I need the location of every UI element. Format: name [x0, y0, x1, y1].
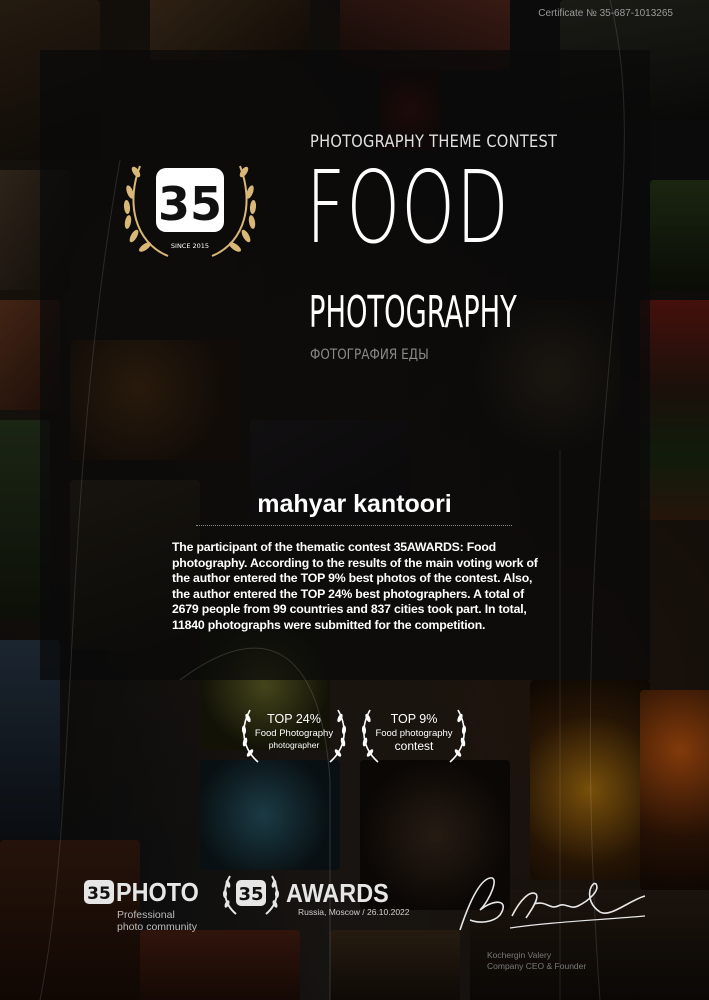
- name-divider: [196, 525, 512, 526]
- signer-role: Company CEO & Founder: [487, 961, 587, 971]
- badge-mid-text: Food Photography: [254, 728, 334, 739]
- 35awards-laurel-logo-icon: 35 SINCE 2015: [123, 165, 257, 257]
- badge-top-text: TOP 9%: [390, 712, 438, 726]
- svg-text:SINCE 2015: SINCE 2015: [171, 242, 209, 250]
- participant-description: The participant of the thematic contest …: [172, 540, 538, 632]
- signer-name: Kochergin Valery: [487, 950, 552, 960]
- 35photo-logo: 35 PHOTO Professional photo community: [84, 877, 214, 937]
- awards-location-date: Russia, Moscow / 26.10.2022: [298, 907, 410, 917]
- title-russian: ФОТОГРАФИЯ ЕДЫ: [310, 347, 429, 363]
- svg-text:35: 35: [158, 177, 222, 231]
- photo-sub1: Professional: [117, 909, 175, 921]
- certificate-number: Certificate № 35-687-1013265: [538, 8, 673, 19]
- title-food: FOOD: [306, 149, 510, 266]
- participant-name: mahyar kantoori: [257, 490, 452, 518]
- svg-text:35: 35: [238, 884, 263, 905]
- badge-top-text: TOP 24%: [267, 712, 321, 726]
- 35awards-laurel-icon: 35: [223, 875, 279, 915]
- photo-sub2: photo community: [117, 921, 197, 933]
- signature-icon: [459, 877, 646, 931]
- 35awards-logo: 35 AWARDS Russia, Moscow / 26.10.2022: [222, 872, 422, 922]
- svg-text:35: 35: [87, 884, 111, 904]
- title-photography: PHOTOGRAPHY: [309, 287, 517, 338]
- certificate-page: Certificate № 35-687-1013265 35 SINCE 20…: [0, 0, 709, 1000]
- badge-bottom-text: contest: [394, 739, 434, 753]
- awards-logo-text: AWARDS: [286, 878, 389, 908]
- badge-bottom-text: photographer: [268, 740, 320, 750]
- 35-mark-icon: 35: [84, 880, 114, 904]
- photo-logo-text: PHOTO: [116, 877, 199, 907]
- top-9-badge: TOP 9% Food photography contest: [358, 704, 470, 766]
- top-24-badge: TOP 24% Food Photography photographer: [238, 704, 350, 766]
- badge-mid-text: Food photography: [375, 728, 453, 739]
